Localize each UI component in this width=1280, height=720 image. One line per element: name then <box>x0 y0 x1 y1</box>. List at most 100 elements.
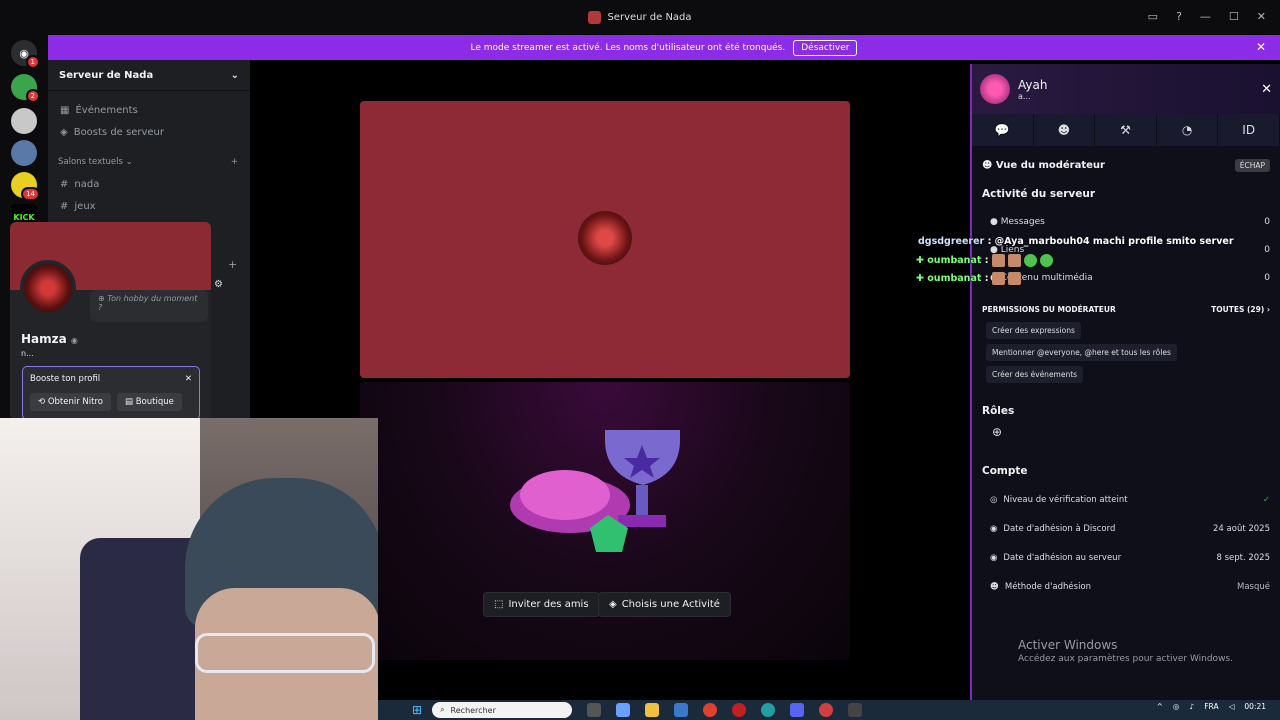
emote-icon <box>1007 272 1021 285</box>
copilot-icon[interactable] <box>616 703 631 717</box>
shop-button[interactable]: ▤ Boutique <box>116 393 182 411</box>
permissions-title: PERMISSIONS DU MODÉRATEUR <box>982 304 1116 314</box>
task-view-icon[interactable] <box>587 703 602 717</box>
close-icon[interactable]: ✕ <box>185 374 192 384</box>
tab-hammer-icon[interactable]: ⚒ <box>1095 114 1157 146</box>
webcam-overlay <box>0 418 378 720</box>
server-badge: 2 <box>25 89 40 103</box>
emote-icon <box>1023 254 1037 267</box>
app-icon[interactable] <box>848 703 863 717</box>
maximize-icon[interactable]: ☐ <box>1229 10 1239 23</box>
add-role-icon[interactable]: ⊕ <box>982 425 1270 457</box>
avatar[interactable] <box>980 74 1010 104</box>
discord-taskbar-icon[interactable] <box>790 703 805 717</box>
check-icon: ✓ <box>1262 494 1270 505</box>
app-icon[interactable] <box>732 703 747 717</box>
taskbar-search[interactable]: ⌕ Rechercher <box>432 702 573 718</box>
close-window-icon[interactable]: ✕ <box>1257 10 1266 23</box>
permission-chip: Créer des expressions <box>986 322 1081 339</box>
mod-view-title: Vue du modérateur <box>995 159 1105 171</box>
file-explorer-icon[interactable] <box>645 703 660 717</box>
join-method-icon: ☻ <box>990 581 999 592</box>
permissions-all-link[interactable]: TOUTES (29) › <box>1211 305 1270 314</box>
permissions-header: PERMISSIONS DU MODÉRATEUR TOUTES (29) › <box>982 296 1270 322</box>
emote-icon <box>1007 254 1021 267</box>
chat-user: dgsdgreerer <box>918 236 985 247</box>
chat-message: : @Aya_marbouh04 machi profile smito ser… <box>987 236 1234 247</box>
close-icon[interactable]: ✕ <box>1261 82 1272 97</box>
mic-icon[interactable]: ♪ <box>1189 702 1194 711</box>
stat-label: Messages <box>1000 217 1045 227</box>
banner-close-icon[interactable]: ✕ <box>1256 40 1266 54</box>
volume-icon[interactable]: ◁ <box>1229 702 1235 711</box>
message-icon: ● <box>990 217 998 227</box>
tab-id-icon[interactable]: ID <box>1218 114 1280 146</box>
edge-icon[interactable] <box>761 703 776 717</box>
disable-streamer-button[interactable]: Désactiver <box>793 39 858 56</box>
invite-friends-button[interactable]: ⬚ Inviter des amis <box>483 592 600 617</box>
hobby-bubble[interactable]: ⊕ Ton hobby du moment ? <box>90 290 208 322</box>
panel-header: Ayah a... ✕ <box>972 64 1280 114</box>
account-row: ◉ Date d'adhésion au serveur 8 sept. 2025 <box>982 543 1270 572</box>
store-icon[interactable] <box>674 703 689 717</box>
add-icon[interactable]: + <box>228 258 237 271</box>
panel-user-name: Ayah <box>1018 77 1048 92</box>
permission-chip: Mentionner @everyone, @here et tous les … <box>986 344 1177 361</box>
account-row: ☻ Méthode d'adhésion Masqué <box>982 572 1270 601</box>
account-row: ◎ Niveau de vérification atteint ✓ <box>982 485 1270 514</box>
chat-user: oumbanat <box>927 273 982 284</box>
search-icon: ⌕ <box>440 705 445 714</box>
tab-message-icon[interactable]: 💬 <box>972 114 1034 146</box>
emote-icon <box>1039 254 1053 267</box>
search-placeholder: Rechercher <box>450 705 496 715</box>
discord-home-icon[interactable]: ◉ 1 <box>11 40 40 69</box>
server-icon-1[interactable]: 2 <box>11 74 40 103</box>
windows-activation-watermark: Activer Windows Accédez aux paramètres p… <box>1018 638 1233 664</box>
windows-start-icon[interactable]: ⊞ <box>412 703 422 717</box>
sidebar-item-boosts[interactable]: ◈ Boosts de serveur <box>48 121 250 143</box>
account-value: Masqué <box>1237 581 1270 592</box>
server-icon: ◉ <box>990 552 998 563</box>
channel-nada[interactable]: # nada <box>48 173 250 195</box>
shield-icon: ◎ <box>990 494 998 505</box>
server-icon-4[interactable]: 14 <box>11 172 40 201</box>
permissions-all-label: TOUTES (29) <box>1211 304 1265 314</box>
language-indicator[interactable]: FRA <box>1204 702 1218 711</box>
tab-user-icon[interactable]: ☻ <box>1034 114 1096 146</box>
category-text-channels[interactable]: Salons textuels ⌄ + <box>48 151 250 173</box>
chat-overlay-line: dgsdgreerer : @Aya_marbouh04 machi profi… <box>918 236 1234 247</box>
network-icon[interactable]: ◎ <box>1173 702 1180 711</box>
sidebar-item-events[interactable]: ▦ Événements <box>48 99 250 121</box>
choose-activity-button[interactable]: ◈ Choisis une Activité <box>598 592 731 617</box>
server-icon-3[interactable] <box>11 140 37 166</box>
avatar[interactable] <box>20 260 76 316</box>
permission-chip: Créer des événements <box>986 366 1084 383</box>
chevron-down-icon: ⌄ <box>230 70 239 81</box>
get-nitro-button[interactable]: ⟲ Obtenir Nitro <box>30 393 111 411</box>
activity-tile: ⬚ Inviter des amis ◈ Choisis une Activité <box>360 382 850 660</box>
channel-jeux[interactable]: # jeux <box>48 195 250 217</box>
user-settings-icons[interactable]: ⚙ <box>214 279 223 290</box>
clock[interactable]: 00:21 <box>1244 702 1266 711</box>
chevron-up-icon[interactable]: ^ <box>1157 702 1163 711</box>
roles-title: Rôles <box>982 405 1015 417</box>
server-icon <box>588 10 602 24</box>
profile-name: Hamza ◉ <box>21 332 78 346</box>
tab-clock-icon[interactable]: ◔ <box>1157 114 1219 146</box>
server-icon-2[interactable] <box>11 108 37 134</box>
voice-participant-tile[interactable] <box>360 101 850 378</box>
server-header[interactable]: Serveur de Nada ⌄ <box>48 60 250 91</box>
profile-popout: ⊕ Ton hobby du moment ? Hamza ◉ n... Boo… <box>10 222 211 420</box>
minimize-icon[interactable]: — <box>1200 10 1211 23</box>
windows-taskbar: ⊞ ⌕ Rechercher ^ ◎ ♪ FRA ◁ 00:21 <box>378 700 1280 720</box>
inbox-icon[interactable]: ▭ <box>1148 10 1158 23</box>
window-title: Serveur de Nada <box>607 11 692 23</box>
add-channel-icon[interactable]: + <box>231 157 238 167</box>
help-icon[interactable]: ? <box>1176 10 1182 23</box>
system-tray: ^ ◎ ♪ FRA ◁ 00:21 <box>1157 702 1266 711</box>
app-icon[interactable] <box>819 703 834 717</box>
channel-label: nada <box>74 178 100 190</box>
server-badge: 14 <box>21 187 40 201</box>
chrome-icon[interactable] <box>703 703 718 717</box>
esc-chip[interactable]: ÉCHAP <box>1234 158 1270 172</box>
